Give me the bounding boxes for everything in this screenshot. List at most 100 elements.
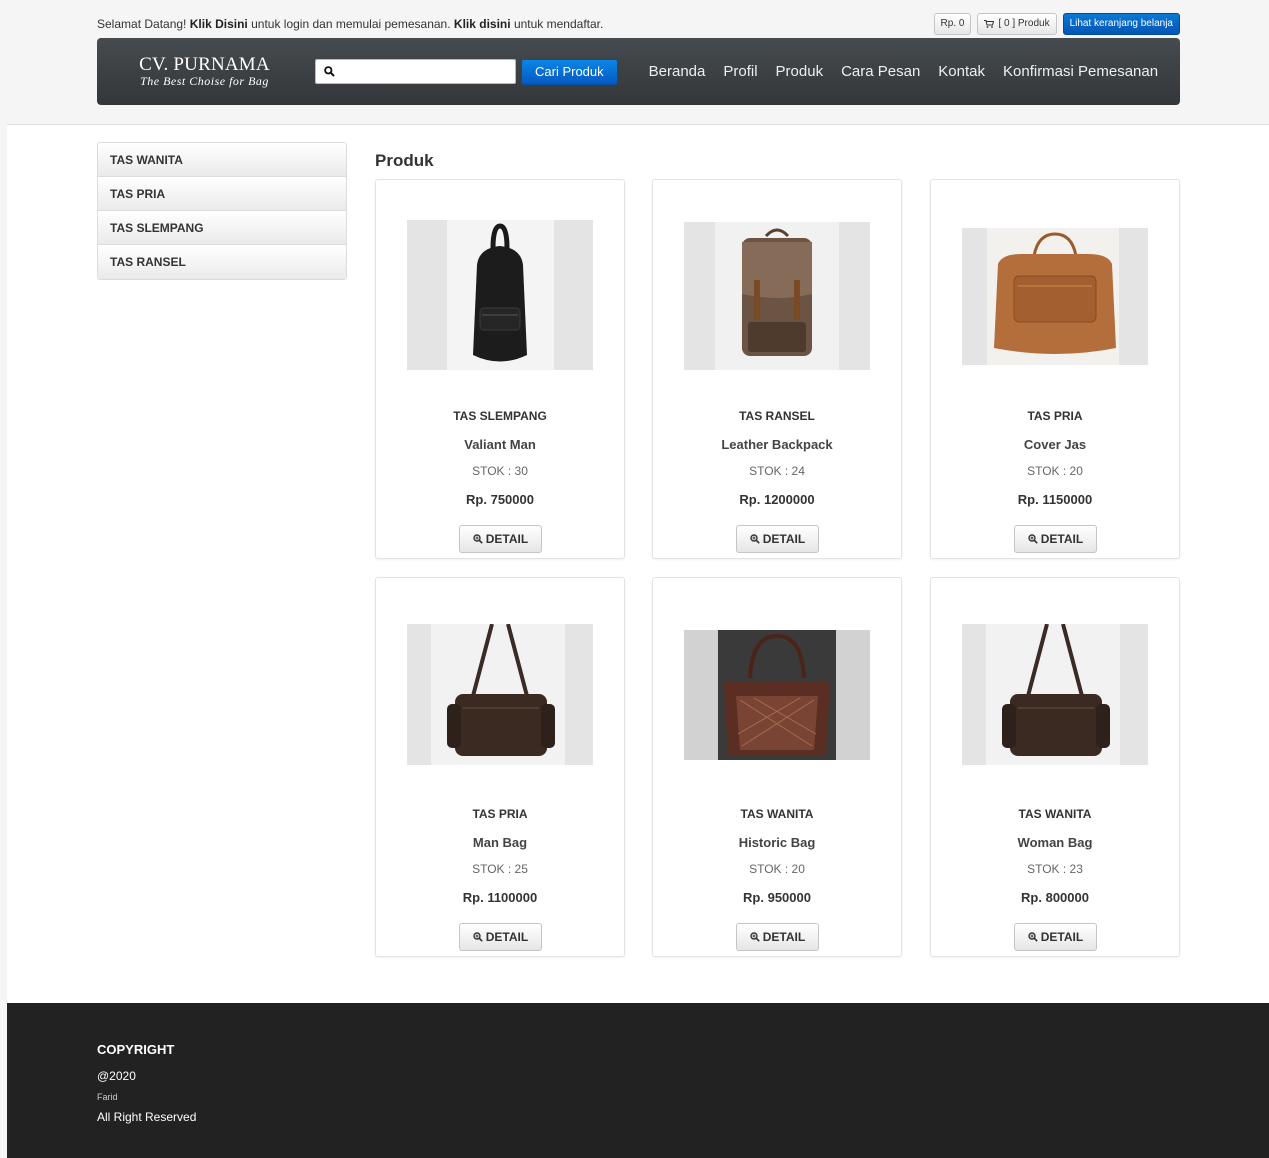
bag-image <box>684 630 870 760</box>
bag-image <box>684 222 870 370</box>
product-stock: STOK : 20 <box>1027 464 1083 478</box>
footer-author: Farid <box>97 1092 118 1102</box>
brand-name: CV. PURNAMA <box>139 54 270 76</box>
bag-image <box>962 228 1148 365</box>
brand-tagline: The Best Choise for Bag <box>140 74 269 89</box>
register-suffix: untuk mendaftar. <box>513 17 604 31</box>
product-price: Rp. 800000 <box>1021 890 1089 905</box>
category-sidebar: TAS WANITA TAS PRIA TAS SLEMPANG TAS RAN… <box>97 142 347 280</box>
detail-button[interactable]: DETAIL <box>459 923 542 951</box>
detail-button[interactable]: DETAIL <box>1014 525 1097 553</box>
zoom-icon <box>473 932 483 942</box>
search-box <box>315 59 516 84</box>
sidebar-item-tas-ransel[interactable]: TAS RANSEL <box>98 245 346 279</box>
product-card: TAS RANSEL Leather Backpack STOK : 24 Rp… <box>652 179 902 559</box>
cart-total-button[interactable]: Rp. 0 <box>933 13 972 35</box>
product-name[interactable]: Valiant Man <box>376 437 624 452</box>
product-card: TAS PRIA Cover Jas STOK : 20 Rp. 1150000… <box>930 179 1180 559</box>
detail-button[interactable]: DETAIL <box>459 525 542 553</box>
login-link[interactable]: Klik Disini <box>190 17 248 31</box>
detail-button[interactable]: DETAIL <box>736 525 819 553</box>
top-info-bar: Selamat Datang! Klik Disini untuk login … <box>97 12 1180 36</box>
nav-link-konfirmasi[interactable]: Konfirmasi Pemesanan <box>994 38 1167 105</box>
nav-link-profil[interactable]: Profil <box>714 38 766 105</box>
product-card: TAS WANITA Woman Bag STOK : 23 Rp. 80000… <box>930 577 1180 957</box>
nav-menu: Beranda Profil Produk Cara Pesan Kontak … <box>640 38 1167 105</box>
zoom-icon <box>1028 932 1038 942</box>
zoom-icon <box>1028 534 1038 544</box>
bag-image <box>407 624 593 765</box>
product-category: TAS SLEMPANG <box>453 409 547 423</box>
page-title: Produk <box>375 151 434 170</box>
product-stock: STOK : 30 <box>472 464 528 478</box>
product-card: TAS SLEMPANG Valiant Man STOK : 30 Rp. 7… <box>375 179 625 559</box>
footer-year: @2020 <box>97 1069 136 1083</box>
product-name[interactable]: Man Bag <box>376 835 624 850</box>
zoom-icon <box>750 932 760 942</box>
cart-count-label: [ 0 ] Produk <box>998 18 1050 29</box>
product-price: Rp. 750000 <box>466 492 534 507</box>
zoom-icon <box>750 534 760 544</box>
nav-link-kontak[interactable]: Kontak <box>929 38 994 105</box>
detail-label: DETAIL <box>762 930 806 944</box>
bag-image <box>962 624 1148 765</box>
nav-link-produk[interactable]: Produk <box>767 38 833 105</box>
main-navbar: CV. PURNAMA The Best Choise for Bag Cari… <box>97 38 1180 105</box>
product-image[interactable] <box>962 228 1148 365</box>
product-stock: STOK : 25 <box>472 862 528 876</box>
product-image[interactable] <box>684 630 870 760</box>
product-name[interactable]: Historic Bag <box>653 835 901 850</box>
footer-title: COPYRIGHT <box>97 1042 175 1057</box>
product-name[interactable]: Leather Backpack <box>653 437 901 452</box>
cart-count-button[interactable]: [ 0 ] Produk <box>977 13 1057 35</box>
view-cart-button[interactable]: Lihat keranjang belanja <box>1062 13 1180 35</box>
footer-rights: All Right Reserved <box>97 1110 197 1124</box>
product-card: TAS WANITA Historic Bag STOK : 20 Rp. 95… <box>652 577 902 957</box>
product-price: Rp. 1200000 <box>739 492 815 507</box>
product-category: TAS PRIA <box>472 807 528 821</box>
product-category: TAS WANITA <box>1018 807 1092 821</box>
detail-button[interactable]: DETAIL <box>1014 923 1097 951</box>
detail-label: DETAIL <box>1040 532 1084 546</box>
nav-link-beranda[interactable]: Beranda <box>640 38 715 105</box>
search-icon <box>324 66 335 77</box>
product-name[interactable]: Woman Bag <box>931 835 1179 850</box>
product-price: Rp. 950000 <box>743 890 811 905</box>
product-price: Rp. 1150000 <box>1017 492 1093 507</box>
product-image[interactable] <box>407 220 593 370</box>
sidebar-item-tas-wanita[interactable]: TAS WANITA <box>98 143 346 177</box>
product-name[interactable]: Cover Jas <box>931 437 1179 452</box>
product-card: TAS PRIA Man Bag STOK : 25 Rp. 1100000 D… <box>375 577 625 957</box>
brand-logo[interactable]: CV. PURNAMA The Best Choise for Bag <box>97 55 312 88</box>
product-stock: STOK : 23 <box>1027 862 1083 876</box>
product-stock: STOK : 24 <box>749 464 805 478</box>
sidebar-item-tas-pria[interactable]: TAS PRIA <box>98 177 346 211</box>
welcome-message: Selamat Datang! Klik Disini untuk login … <box>97 17 603 31</box>
zoom-icon <box>473 534 483 544</box>
product-image[interactable] <box>684 222 870 370</box>
product-category: TAS WANITA <box>740 807 814 821</box>
welcome-prefix: Selamat Datang! <box>97 17 187 31</box>
search-input[interactable] <box>341 61 511 82</box>
page-left-edge <box>0 0 7 1158</box>
detail-button[interactable]: DETAIL <box>736 923 819 951</box>
footer: COPYRIGHT @2020 Farid All Right Reserved <box>7 1003 1269 1158</box>
detail-label: DETAIL <box>485 930 529 944</box>
detail-label: DETAIL <box>762 532 806 546</box>
detail-label: DETAIL <box>1040 930 1084 944</box>
product-image[interactable] <box>962 624 1148 765</box>
nav-link-cara-pesan[interactable]: Cara Pesan <box>832 38 929 105</box>
register-link[interactable]: Klik disini <box>454 17 511 31</box>
search-button[interactable]: Cari Produk <box>521 58 618 85</box>
product-stock: STOK : 20 <box>749 862 805 876</box>
product-category: TAS PRIA <box>1027 409 1083 423</box>
cart-summary: Rp. 0 [ 0 ] Produk Lihat keranjang belan… <box>933 13 1180 35</box>
cart-icon <box>984 20 995 28</box>
product-image[interactable] <box>407 624 593 765</box>
bag-image <box>407 220 593 370</box>
product-price: Rp. 1100000 <box>462 890 538 905</box>
detail-label: DETAIL <box>485 532 529 546</box>
product-category: TAS RANSEL <box>739 409 815 423</box>
sidebar-item-tas-slempang[interactable]: TAS SLEMPANG <box>98 211 346 245</box>
login-suffix: untuk login dan memulai pemesanan. <box>251 17 451 31</box>
